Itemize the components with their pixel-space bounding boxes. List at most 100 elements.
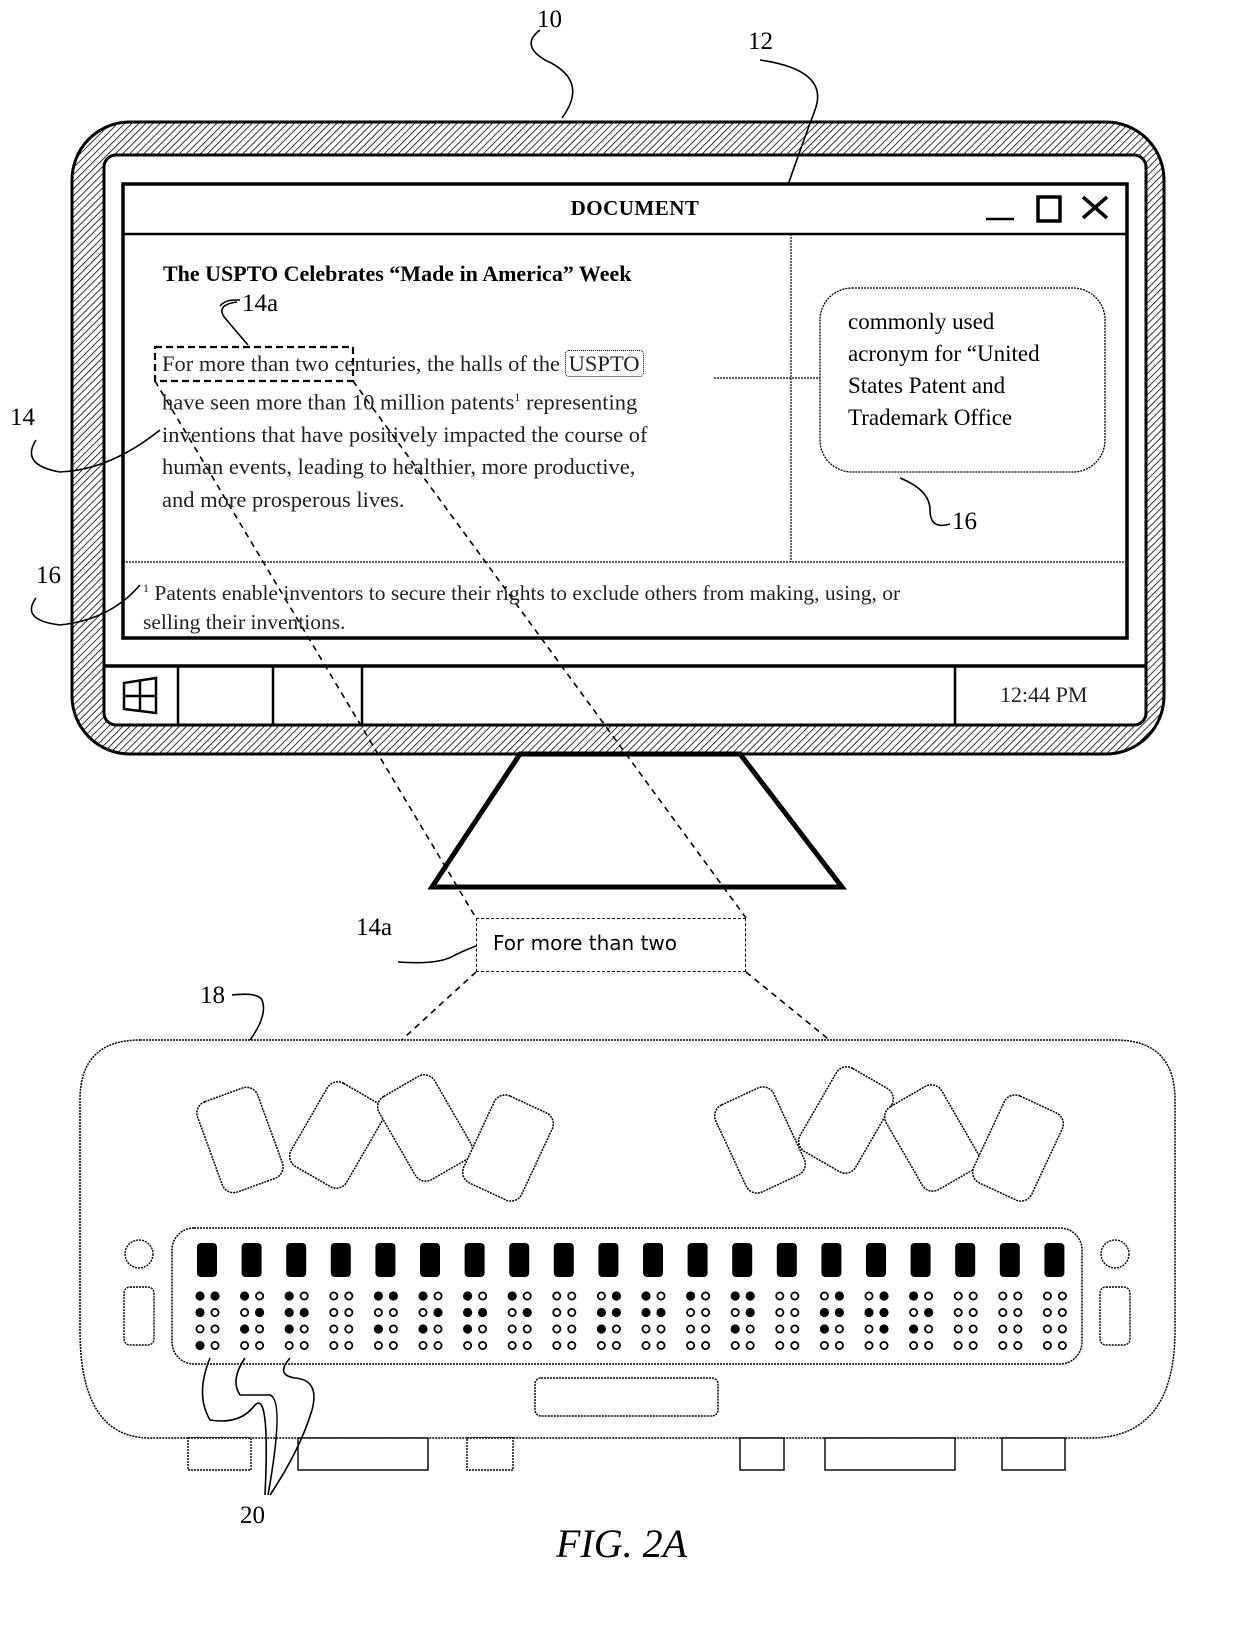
braille-dot-lowered	[596, 1291, 606, 1301]
braille-dot-raised	[924, 1307, 934, 1318]
cursor-routing-button[interactable]	[999, 1243, 1020, 1277]
cursor-routing-button[interactable]	[553, 1243, 574, 1277]
braille-dot-lowered	[329, 1291, 339, 1301]
cursor-routing-button[interactable]	[732, 1243, 753, 1277]
braille-dot-lowered	[433, 1291, 443, 1301]
braille-dot-lowered	[522, 1324, 532, 1334]
braille-dot-lowered	[1042, 1324, 1052, 1334]
taskbar-clock: 12:44 PM	[1000, 682, 1088, 707]
braille-dot-lowered	[968, 1291, 978, 1301]
cursor-routing-button[interactable]	[330, 1243, 351, 1277]
cursor-routing-button[interactable]	[241, 1243, 262, 1277]
highlighted-segment[interactable]: For more than two	[162, 351, 329, 376]
cursor-routing-button[interactable]	[1044, 1243, 1065, 1277]
braille-dot-raised	[463, 1324, 473, 1334]
cursor-routing-button[interactable]	[821, 1243, 842, 1277]
braille-dot-lowered	[240, 1341, 250, 1351]
cursor-routing-button[interactable]	[286, 1243, 307, 1277]
braille-dot-lowered	[1057, 1324, 1067, 1334]
cursor-routing-button[interactable]	[776, 1243, 797, 1277]
braille-dot-lowered	[998, 1341, 1008, 1351]
braille-dot-raised	[879, 1324, 889, 1334]
monitor-stand	[427, 751, 848, 890]
braille-dot-raised	[418, 1324, 428, 1334]
braille-dot-lowered	[730, 1308, 740, 1318]
cursor-routing-button[interactable]	[375, 1243, 396, 1277]
braille-dot-lowered	[953, 1291, 963, 1301]
braille-dot-lowered	[641, 1341, 651, 1351]
braille-dot-raised	[195, 1291, 205, 1301]
braille-dot-raised	[210, 1291, 220, 1301]
body-line: For more than two centuries, the halls o…	[162, 348, 752, 381]
left-round-button[interactable]	[124, 1239, 154, 1269]
braille-dot-lowered	[478, 1291, 488, 1301]
braille-dot-raised	[819, 1324, 830, 1334]
left-side-button[interactable]	[123, 1286, 155, 1346]
braille-dot-lowered	[567, 1308, 577, 1318]
braille-dot-lowered	[864, 1324, 874, 1334]
braille-dot-lowered	[968, 1324, 978, 1334]
cursor-routing-button[interactable]	[420, 1243, 440, 1277]
braille-dot-lowered	[924, 1324, 934, 1334]
braille-dot-lowered	[1057, 1341, 1067, 1351]
space-bar[interactable]	[534, 1377, 719, 1417]
braille-dot-raised	[463, 1307, 473, 1318]
ref-footnote: 16	[36, 562, 61, 589]
braille-dot-raised	[819, 1307, 830, 1318]
braille-dot-lowered	[656, 1291, 666, 1301]
braille-dot-lowered	[701, 1308, 711, 1318]
highlighted-term-uspto[interactable]: USPTO	[564, 350, 644, 377]
braille-dot-lowered	[701, 1341, 711, 1351]
braille-dot-raised	[596, 1307, 607, 1318]
braille-dot-lowered	[968, 1308, 978, 1318]
cursor-routing-button[interactable]	[509, 1243, 530, 1277]
cursor-routing-button[interactable]	[197, 1243, 217, 1277]
braille-dot-lowered	[463, 1341, 473, 1351]
braille-dot-lowered	[255, 1291, 265, 1301]
braille-dot-lowered	[299, 1341, 309, 1351]
braille-dot-lowered	[745, 1324, 755, 1334]
braille-dot-raised	[909, 1324, 919, 1334]
braille-dot-lowered	[686, 1324, 696, 1334]
cursor-routing-button[interactable]	[464, 1243, 485, 1277]
cursor-routing-button[interactable]	[910, 1243, 931, 1277]
braille-dot-raised	[641, 1307, 651, 1318]
braille-dot-lowered	[611, 1324, 621, 1334]
braille-dot-lowered	[1057, 1308, 1067, 1318]
braille-dot-lowered	[507, 1324, 517, 1334]
body-line: human events, leading to healthier, more…	[162, 454, 636, 479]
cursor-routing-button[interactable]	[866, 1243, 886, 1277]
cursor-routing-button[interactable]	[955, 1243, 976, 1277]
right-round-button[interactable]	[1100, 1239, 1130, 1269]
cursor-routing-button[interactable]	[643, 1243, 663, 1277]
braille-dot-lowered	[478, 1324, 488, 1334]
braille-dot-lowered	[552, 1341, 562, 1351]
braille-dot-raised	[255, 1307, 265, 1318]
braille-dot-lowered	[255, 1341, 265, 1351]
braille-dot-raised	[611, 1291, 622, 1301]
braille-dot-lowered	[953, 1324, 963, 1334]
braille-dot-lowered	[775, 1291, 785, 1301]
braille-dot-lowered	[373, 1308, 383, 1318]
braille-dot-raised	[879, 1307, 889, 1318]
braille-dot-lowered	[998, 1324, 1008, 1334]
braille-dot-lowered	[953, 1308, 963, 1318]
braille-dot-raised	[478, 1307, 488, 1318]
right-side-button[interactable]	[1099, 1286, 1131, 1346]
braille-dot-lowered	[730, 1341, 740, 1351]
braille-dot-lowered	[507, 1308, 517, 1318]
braille-dot-lowered	[1013, 1291, 1023, 1301]
braille-dot-raised	[388, 1291, 398, 1301]
braille-dot-raised	[507, 1291, 517, 1301]
braille-dot-lowered	[373, 1341, 383, 1351]
cursor-routing-button[interactable]	[598, 1243, 619, 1277]
braille-dot-lowered	[388, 1324, 398, 1334]
braille-dot-raised	[656, 1307, 666, 1318]
braille-dot-raised	[864, 1307, 874, 1318]
braille-dot-lowered	[329, 1324, 339, 1334]
braille-dot-lowered	[552, 1291, 562, 1301]
cursor-routing-button[interactable]	[687, 1243, 708, 1277]
braille-dot-raised	[433, 1307, 443, 1318]
braille-dot-lowered	[507, 1341, 517, 1351]
braille-dot-raised	[240, 1291, 250, 1301]
